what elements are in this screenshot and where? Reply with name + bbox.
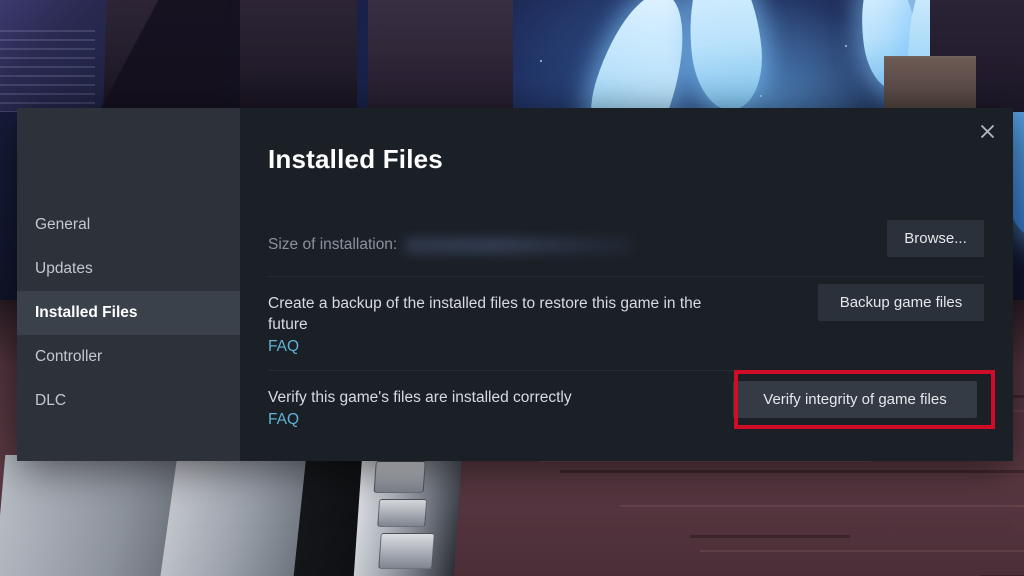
backup-faq-link[interactable]: FAQ [268,338,299,356]
dialog-sidebar: General Updates Installed Files Controll… [17,108,240,461]
sidebar-item-dlc[interactable]: DLC [17,379,240,423]
size-of-installation-label: Size of installation: [268,236,398,253]
verify-faq-link[interactable]: FAQ [268,411,299,429]
artwork-shadow [70,0,240,112]
row-verify-integrity: Verify this game's files are installed c… [268,370,995,443]
verify-description: Verify this game's files are installed c… [268,389,572,406]
browse-button[interactable]: Browse... [887,220,984,257]
sidebar-item-updates[interactable]: Updates [17,247,240,291]
close-icon[interactable] [972,116,1002,146]
sidebar-item-general[interactable]: General [17,203,240,247]
backup-description-group: Create a backup of the installed files t… [268,293,738,356]
artwork-pillar [232,0,357,112]
installed-files-dialog: General Updates Installed Files Controll… [17,108,1013,461]
screen: General Updates Installed Files Controll… [0,0,1024,576]
row-size-of-installation: Size of installation: Browse... [268,210,984,276]
backup-game-files-button[interactable]: Backup game files [818,284,984,321]
sidebar-item-label: General [35,216,91,233]
dialog-content: Installed Files Size of installation: Br… [240,108,1013,461]
page-title: Installed Files [268,144,443,174]
sidebar-item-label: DLC [35,392,67,409]
row-backup-game-files: Create a backup of the installed files t… [268,276,984,370]
sidebar-item-controller[interactable]: Controller [17,335,240,379]
artwork-crate [884,56,976,114]
sidebar-item-label: Updates [35,260,93,277]
size-of-installation-group: Size of installation: [268,236,984,254]
artwork-character-soldier [353,455,463,576]
sidebar-item-label: Installed Files [35,304,138,321]
size-of-installation-value-redacted [405,236,633,254]
verify-integrity-of-game-files-button[interactable]: Verify integrity of game files [733,381,977,418]
backup-description: Create a backup of the installed files t… [268,295,702,333]
sidebar-item-installed-files[interactable]: Installed Files [17,291,240,335]
artwork-pillar [368,0,513,112]
verify-description-group: Verify this game's files are installed c… [268,387,572,429]
sidebar-item-label: Controller [35,348,103,365]
